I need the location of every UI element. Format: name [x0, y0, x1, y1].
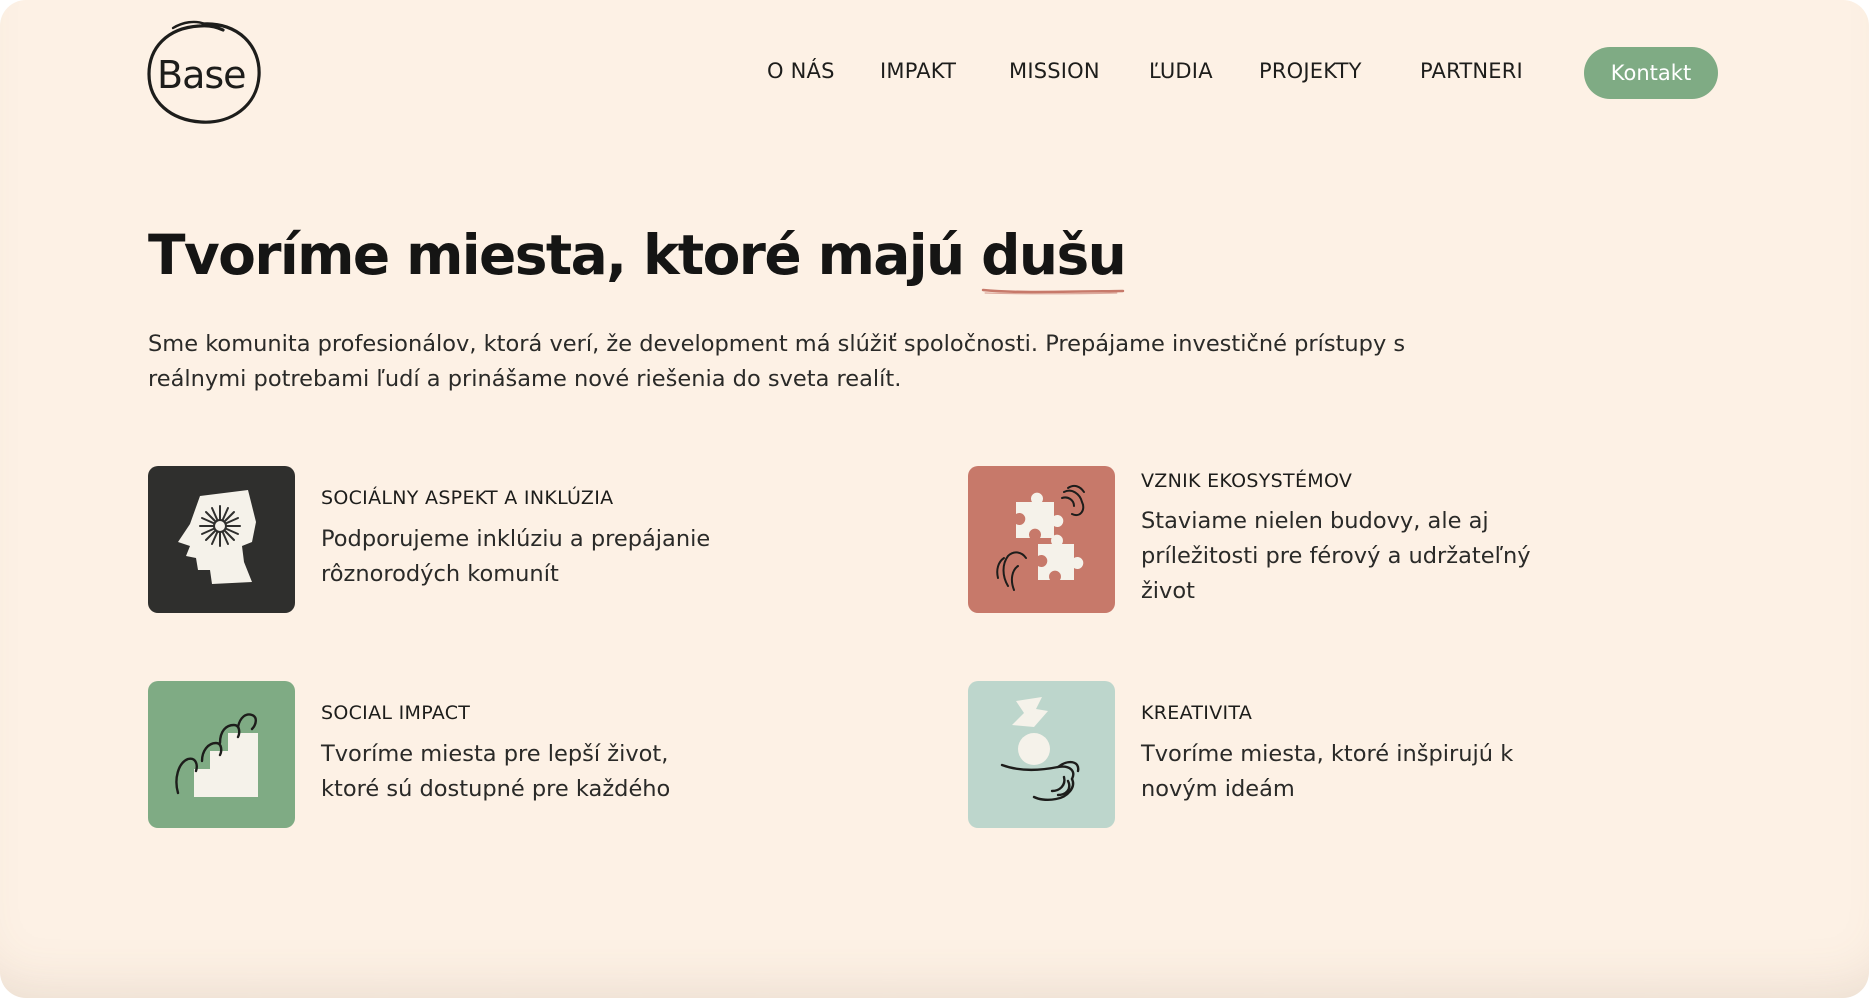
feature-text-line: príležitosti pre férový a udržateľný — [1141, 543, 1531, 570]
feature-title-inclusion: SOCIÁLNY ASPEKT A INKLÚZIA — [321, 487, 614, 510]
nav-item-projekty[interactable]: PROJEKTY — [1259, 61, 1362, 82]
feature-text-line: ktoré sú dostupné pre každého — [321, 775, 671, 802]
feature-body-social-impact: SOCIAL IMPACT Tvoríme miesta pre lepší ž… — [321, 702, 670, 807]
nav-item-impakt[interactable]: IMPAKT — [880, 61, 956, 82]
feature-title-social-impact: SOCIAL IMPACT — [321, 702, 471, 725]
feature-text-ecosystems: Staviame nielen budovy, ale aj príležito… — [1141, 504, 1531, 609]
feature-title-ecosystems: VZNIK EKOSYSTÉMOV — [1141, 469, 1353, 492]
hero-title: Tvoríme miesta, ktoré majú dušu — [148, 223, 1127, 294]
feature-creativity: KREATIVITA Tvoríme miesta, ktoré inšpiru… — [968, 681, 1513, 828]
logo-text: Base — [157, 53, 247, 97]
feature-text-line: Tvoríme miesta, ktoré inšpirujú k — [1141, 740, 1514, 767]
nav-item-ludia[interactable]: ĽUDIA — [1149, 61, 1213, 82]
feature-text-inclusion: Podporujeme inklúziu a prepájanie rôznor… — [321, 522, 710, 592]
hero-description: Sme komunita profesionálov, ktorá verí, … — [148, 331, 1406, 392]
feature-text-line: rôznorodých komunít — [321, 560, 559, 587]
feature-tile-social-impact — [148, 681, 295, 828]
hero-title-accent-text: dušu — [981, 223, 1127, 287]
stairs-icon — [175, 713, 258, 797]
feature-body-creativity: KREATIVITA Tvoríme miesta, ktoré inšpiru… — [1141, 702, 1513, 807]
feature-text-line: Podporujeme inklúziu a prepájanie — [321, 525, 711, 552]
nav-item-mission[interactable]: MISSION — [1009, 61, 1100, 82]
feature-text-line: život — [1141, 578, 1195, 605]
feature-inclusion: SOCIÁLNY ASPEKT A INKLÚZIA Podporujeme i… — [148, 466, 710, 613]
puzzle-hands-icon — [996, 484, 1085, 591]
feature-social-impact: SOCIAL IMPACT Tvoríme miesta pre lepší ž… — [148, 681, 670, 828]
feature-text-line: novým ideám — [1141, 775, 1295, 802]
feature-text-social-impact: Tvoríme miesta pre lepší život, ktoré sú… — [321, 737, 670, 807]
contact-button[interactable]: Kontakt — [1584, 47, 1718, 99]
feature-tile-ecosystems — [968, 466, 1115, 613]
nav-item-o-nas[interactable]: O NÁS — [767, 61, 835, 82]
feature-tile-inclusion — [148, 466, 295, 613]
hero-title-main: Tvoríme miesta, ktoré majú — [148, 223, 982, 287]
hero-title-accent: dušu — [981, 223, 1127, 294]
logo[interactable]: Base — [143, 18, 265, 128]
feature-text-line: Tvoríme miesta pre lepší život, — [321, 740, 669, 767]
feature-text-creativity: Tvoríme miesta, ktoré inšpirujú k novým … — [1141, 737, 1513, 807]
head-icon — [178, 490, 256, 584]
feature-ecosystems: VZNIK EKOSYSTÉMOV Staviame nielen budovy… — [968, 466, 1531, 613]
feature-body-inclusion: SOCIÁLNY ASPEKT A INKLÚZIA Podporujeme i… — [321, 487, 710, 592]
underline-stroke-icon — [981, 288, 1125, 294]
hand-shapes-icon — [1000, 697, 1080, 802]
feature-body-ecosystems: VZNIK EKOSYSTÉMOV Staviame nielen budovy… — [1141, 470, 1531, 610]
feature-title-creativity: KREATIVITA — [1141, 702, 1253, 725]
feature-tile-creativity — [968, 681, 1115, 828]
feature-text-line: Staviame nielen budovy, ale aj — [1141, 508, 1489, 535]
page: Base O NÁS IMPAKT MISSION ĽUDIA PROJEKTY… — [0, 0, 1869, 998]
nav-item-partneri[interactable]: PARTNERI — [1420, 61, 1523, 82]
